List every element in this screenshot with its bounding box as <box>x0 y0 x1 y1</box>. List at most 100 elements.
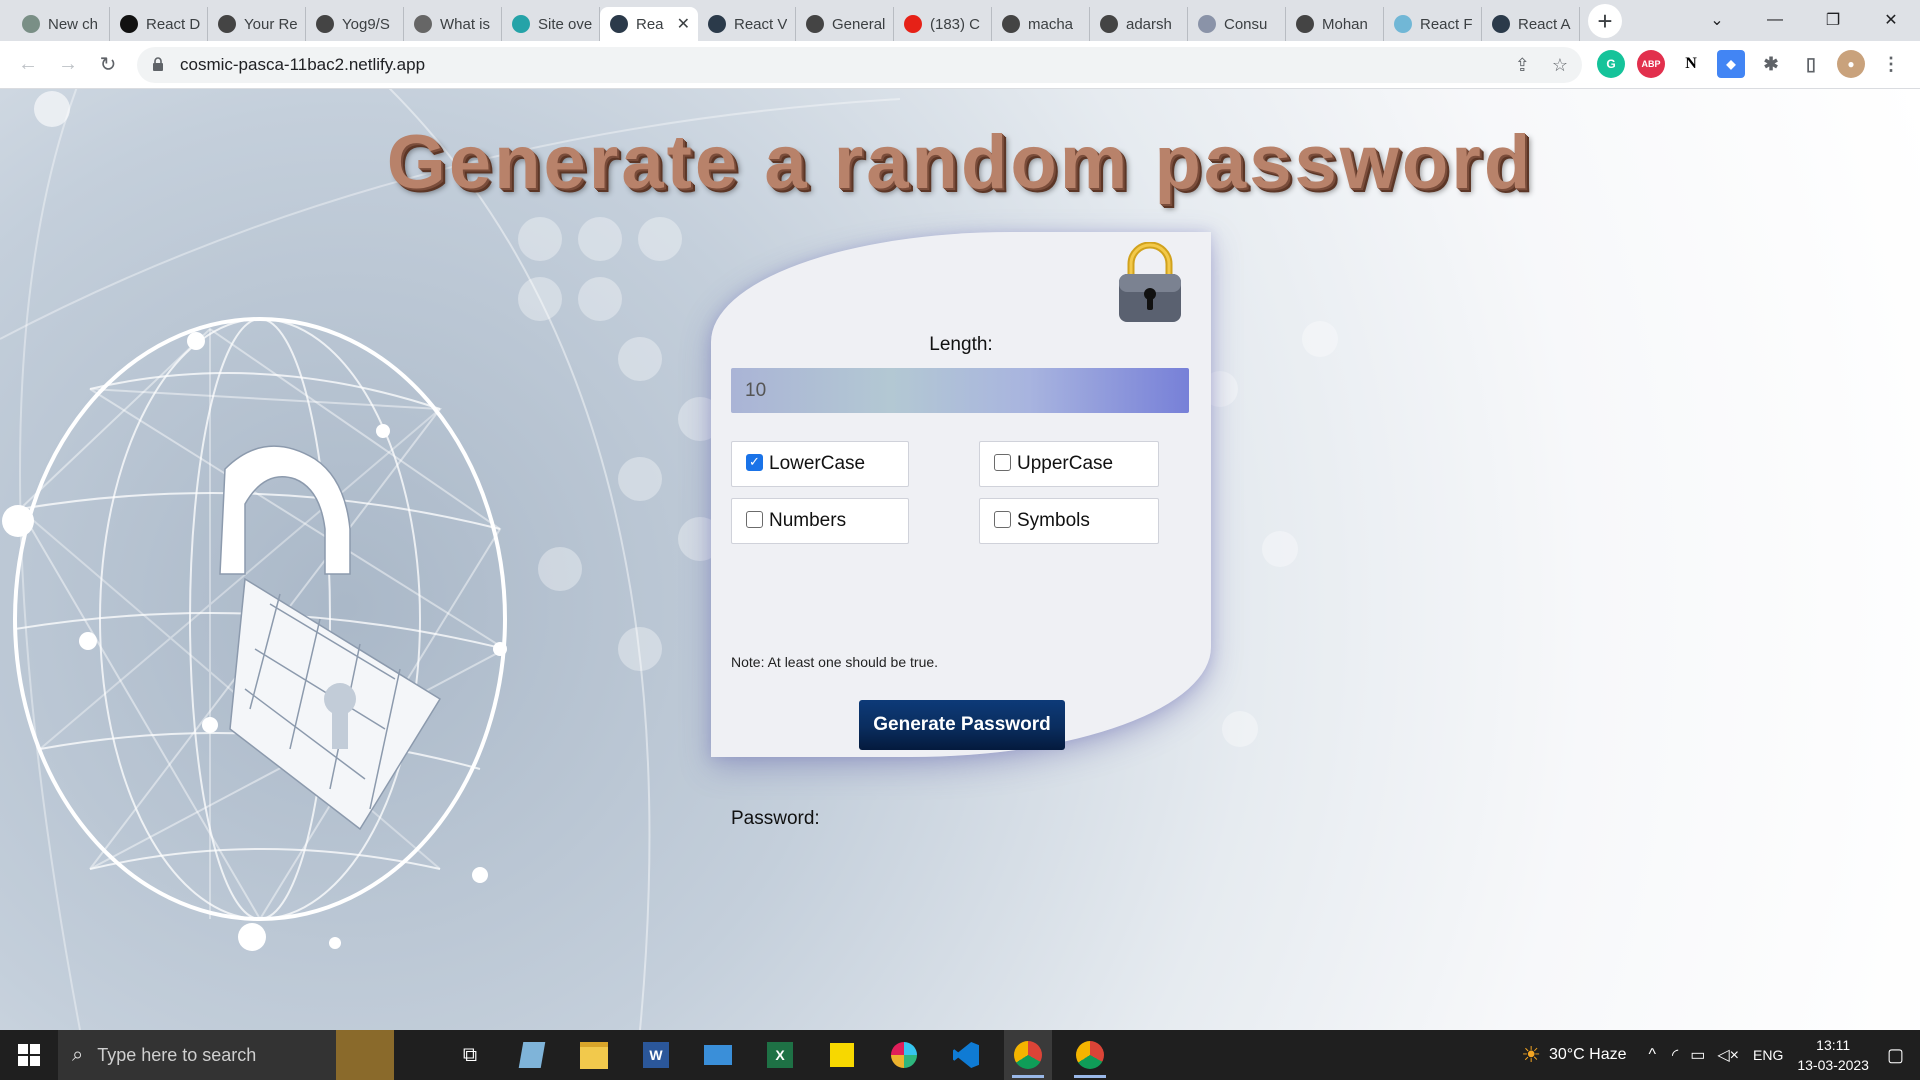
browser-tab[interactable]: Yog9/S <box>306 7 404 41</box>
file-explorer-icon[interactable] <box>570 1030 618 1080</box>
task-view-icon[interactable]: ⧉ <box>446 1030 494 1080</box>
close-window-icon[interactable]: ✕ <box>1862 10 1920 30</box>
restore-icon[interactable]: ❐ <box>1804 10 1862 30</box>
sidepanel-icon[interactable]: ▯ <box>1797 50 1825 78</box>
openai-icon <box>22 15 40 33</box>
browser-tab[interactable]: What is <box>404 7 502 41</box>
tab-label: (183) C <box>930 15 981 33</box>
new-tab-button[interactable]: + <box>1588 4 1622 38</box>
browser-tab[interactable]: adarsh <box>1090 7 1188 41</box>
minimize-icon[interactable]: — <box>1746 11 1804 29</box>
browser-tab[interactable]: New ch <box>12 7 110 41</box>
battery-icon[interactable]: ▭ <box>1690 1045 1705 1065</box>
wifi-icon[interactable]: ◜ <box>1672 1045 1678 1065</box>
numbers-label: Numbers <box>769 510 847 531</box>
github-icon <box>316 15 334 33</box>
browser-tab[interactable]: Your Re <box>208 7 306 41</box>
tab-search-icon[interactable]: ⌄ <box>1688 10 1746 30</box>
tab-label: React F <box>1420 15 1473 33</box>
window-controls: ⌄ — ❐ ✕ <box>1688 0 1920 40</box>
numbers-checkbox[interactable] <box>746 510 763 528</box>
adblock-icon[interactable]: ABP <box>1637 50 1665 78</box>
plus-icon: + <box>1597 5 1613 36</box>
browser-tab[interactable]: Site ove <box>502 7 600 41</box>
chevron-up-icon[interactable]: ^ <box>1649 1046 1657 1064</box>
tab-label: Mohan <box>1322 15 1368 33</box>
github-icon <box>1002 15 1020 33</box>
system-tray: ☀ 30°C Haze ^ ◜ ▭ ◁× ENG 13:11 13-03-202… <box>1521 1030 1920 1080</box>
weather-text[interactable]: 30°C Haze <box>1549 1046 1627 1064</box>
react-icon <box>1394 15 1412 33</box>
excel-app-icon[interactable]: X <box>756 1030 804 1080</box>
lowercase-option[interactable]: ✓ LowerCase <box>731 441 909 487</box>
uppercase-label: UpperCase <box>1017 453 1114 474</box>
length-input[interactable] <box>731 368 1189 413</box>
speaker-muted-icon[interactable]: ◁× <box>1717 1045 1739 1065</box>
tab-strip: New ch React D Your Re Yog9/S What is Site ov… <box>0 0 1920 41</box>
search-highlight-image[interactable] <box>336 1030 394 1080</box>
notepad-app-icon[interactable] <box>508 1030 556 1080</box>
clock-date: 13-03-2023 <box>1797 1057 1869 1073</box>
search-placeholder: Type here to search <box>97 1044 257 1065</box>
grammarly-icon[interactable]: G <box>1597 50 1625 78</box>
github-icon <box>806 15 824 33</box>
symbols-label: Symbols <box>1017 510 1090 531</box>
browser-tab[interactable]: macha <box>992 7 1090 41</box>
windows-start-button[interactable] <box>0 1044 58 1066</box>
browser-tab[interactable]: (183) C <box>894 7 992 41</box>
tab-label: What is <box>440 15 491 33</box>
uppercase-checkbox[interactable] <box>994 453 1011 471</box>
vscode-app-icon[interactable] <box>942 1030 990 1080</box>
browser-tab[interactable]: React D <box>110 7 208 41</box>
colorpick-icon[interactable]: ◆ <box>1717 50 1745 78</box>
youtube-icon <box>904 15 922 33</box>
notion-icon[interactable]: N <box>1677 50 1705 78</box>
browser-tab[interactable]: React F <box>1384 7 1482 41</box>
uppercase-option[interactable]: UpperCase <box>979 441 1159 487</box>
notifications-icon[interactable]: ▢ <box>1887 1045 1904 1066</box>
forward-arrow-icon[interactable]: → <box>48 53 88 76</box>
puzzle-icon[interactable]: ✱ <box>1757 50 1785 78</box>
github-icon <box>1296 15 1314 33</box>
clock[interactable]: 13:11 13-03-2023 <box>1797 1035 1869 1075</box>
taskbar-search-box[interactable]: ⌕ Type here to search <box>58 1030 336 1080</box>
language-indicator[interactable]: ENG <box>1753 1047 1783 1063</box>
browser-tab[interactable]: Consu <box>1188 7 1286 41</box>
menu-kebab-icon[interactable]: ⋮ <box>1877 50 1905 78</box>
chrome-app-icon[interactable] <box>1004 1030 1052 1080</box>
avatar[interactable]: ● <box>1837 50 1865 78</box>
tab-label: General <box>832 15 886 33</box>
numbers-option[interactable]: Numbers <box>731 498 909 544</box>
remote-desktop-icon[interactable] <box>694 1030 742 1080</box>
bookmark-star-icon[interactable]: ☆ <box>1552 55 1568 76</box>
lowercase-checkbox[interactable]: ✓ <box>746 453 763 471</box>
symbols-option[interactable]: Symbols <box>979 498 1159 544</box>
password-generator-card: Length: ✓ LowerCase UpperCase Numbers Sy… <box>711 232 1211 829</box>
back-arrow-icon[interactable]: ← <box>8 53 48 76</box>
symbols-checkbox[interactable] <box>994 510 1011 528</box>
lowercase-label: LowerCase <box>769 453 866 474</box>
slack-app-icon[interactable] <box>880 1030 928 1080</box>
extensions-area: G ABP N ◆ ✱ ▯ ● ⋮ <box>1597 50 1905 78</box>
browser-tab[interactable]: React V <box>698 7 796 41</box>
tab-label: Rea <box>636 15 664 33</box>
lock-icon <box>152 56 166 74</box>
clock-time: 13:11 <box>1816 1037 1851 1053</box>
react-icon <box>610 15 628 33</box>
close-tab-icon[interactable]: ✕ <box>677 14 690 34</box>
browser-tab[interactable]: Mohan <box>1286 7 1384 41</box>
generate-password-button[interactable]: Generate Password <box>859 700 1065 750</box>
sticky-notes-icon[interactable] <box>818 1030 866 1080</box>
address-bar[interactable]: cosmic-pasca-11bac2.netlify.app ⇪ ☆ <box>137 47 1582 83</box>
reload-icon[interactable]: ↻ <box>88 52 128 77</box>
browser-tab[interactable]: React A <box>1482 7 1580 41</box>
chrome-profile-app-icon[interactable] <box>1066 1030 1114 1080</box>
browser-toolbar: ← → ↻ cosmic-pasca-11bac2.netlify.app ⇪ … <box>0 41 1920 89</box>
tab-list: New ch React D Your Re Yog9/S What is Site ov… <box>12 7 1580 41</box>
github-icon <box>218 15 236 33</box>
browser-tab[interactable]: Rea ✕ <box>600 7 698 41</box>
share-icon[interactable]: ⇪ <box>1515 55 1530 76</box>
tab-label: React D <box>146 15 201 33</box>
word-app-icon[interactable]: W <box>632 1030 680 1080</box>
browser-tab[interactable]: General <box>796 7 894 41</box>
